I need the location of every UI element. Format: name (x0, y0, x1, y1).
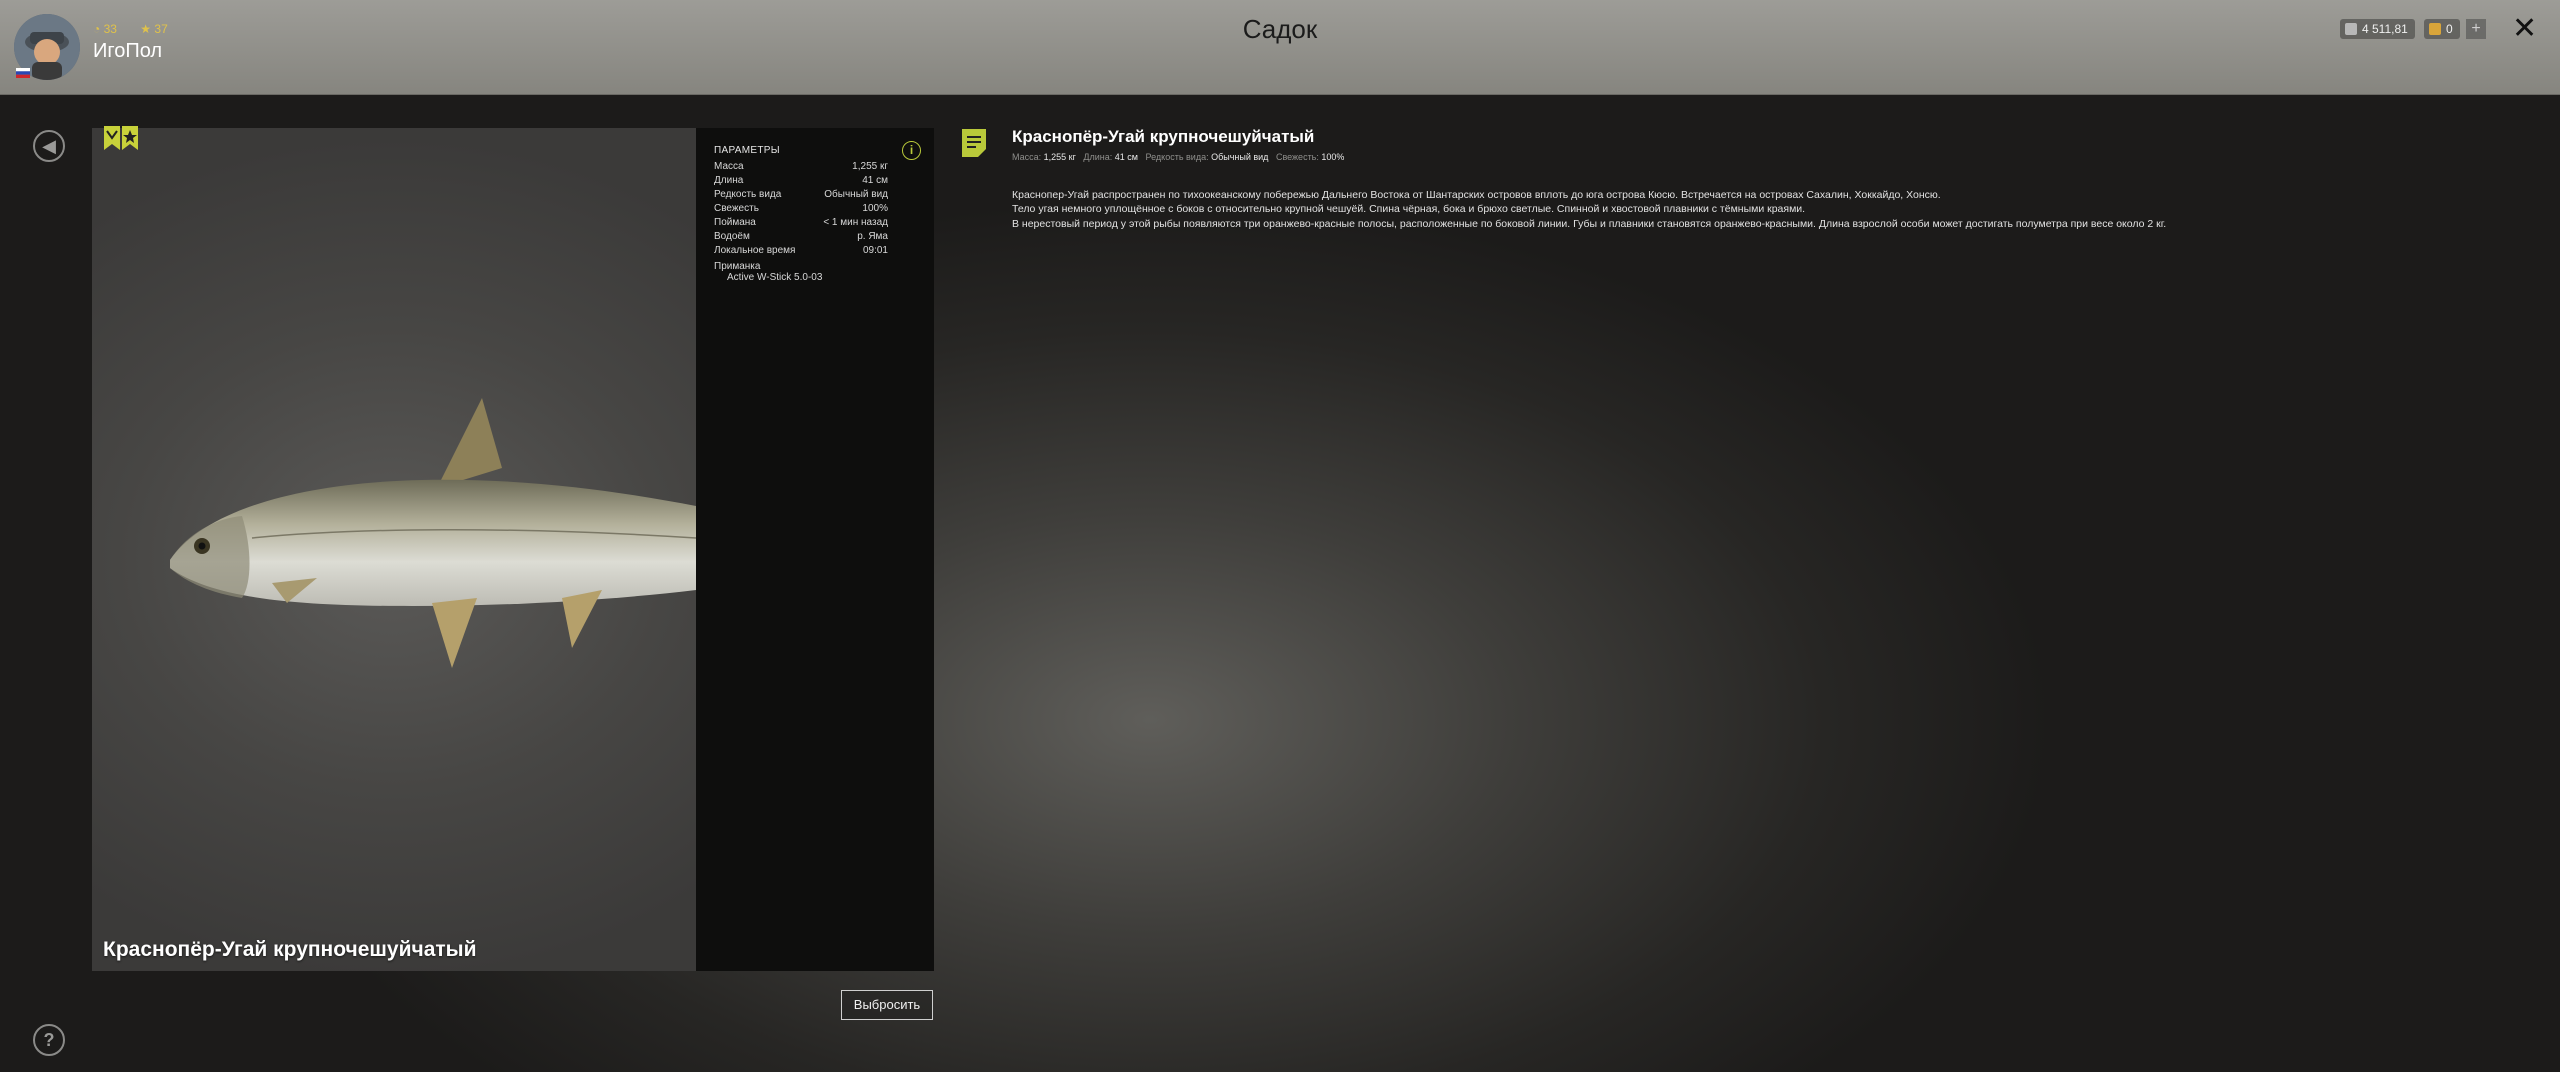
fish-image: Краснопёр-Угай крупночешуйчатый (92, 128, 696, 971)
lure-label: Приманка (714, 261, 761, 272)
param-row-length: Длина 41 см (714, 175, 888, 186)
info-icon[interactable]: i (902, 141, 921, 160)
bookmark-icon (104, 126, 120, 150)
description-line: В нерестовый период у этой рыбы появляют… (1012, 217, 2167, 230)
fish-illustration (170, 398, 696, 668)
parameters-title: ПАРАМЕТРЫ (714, 145, 780, 156)
back-icon[interactable]: ◀ (33, 130, 65, 162)
silver-balance[interactable]: 4 511,81 (2340, 19, 2415, 39)
trophy-badge-icon (122, 126, 138, 150)
flag-icon (16, 68, 30, 78)
help-icon[interactable]: ? (33, 1024, 65, 1056)
description-text: Краснопер-Угай распространен по тихоокеа… (1012, 188, 2166, 231)
close-button[interactable]: ✕ (2512, 12, 2537, 46)
param-row-mass: Масса 1,255 кг (714, 161, 888, 172)
fish-name-overlay: Краснопёр-Угай крупночешуйчатый (103, 938, 477, 961)
param-row-caught: Поймана < 1 мин назад (714, 217, 888, 228)
parameters-panel: ПАРАМЕТРЫ i Масса 1,255 кг Длина 41 см Р… (696, 128, 934, 971)
discard-button[interactable]: Выбросить (841, 990, 933, 1020)
description-title: Краснопёр-Угай крупночешуйчатый (1012, 127, 1315, 146)
top-bar: ◔ 33 ★ 37 ИгоПол Садок 4 511,81 0 + ✕ (0, 0, 2560, 95)
note-icon (962, 129, 986, 157)
param-row-freshness: Свежесть 100% (714, 203, 888, 214)
silver-coin-icon (2345, 23, 2357, 35)
add-gold-button[interactable]: + (2466, 19, 2486, 39)
param-row-waterbody: Водоём р. Яма (714, 231, 888, 242)
gold-coin-icon (2429, 23, 2441, 35)
description-line: Тело угая немного уплощённое с боков с о… (1012, 203, 1806, 216)
param-row-local-time: Локальное время 09:01 (714, 245, 888, 256)
page-title: Садок (1242, 14, 1318, 44)
description-line: Краснопер-Угай распространен по тихоокеа… (1012, 189, 1941, 201)
lure-value: Active W-Stick 5.0-03 (727, 272, 823, 283)
description-meta: Масса: 1,255 кг Длина: 41 см Редкость ви… (1012, 152, 1345, 162)
gold-balance[interactable]: 0 (2424, 19, 2460, 39)
param-row-rarity: Редкость вида Обычный вид (714, 189, 888, 200)
